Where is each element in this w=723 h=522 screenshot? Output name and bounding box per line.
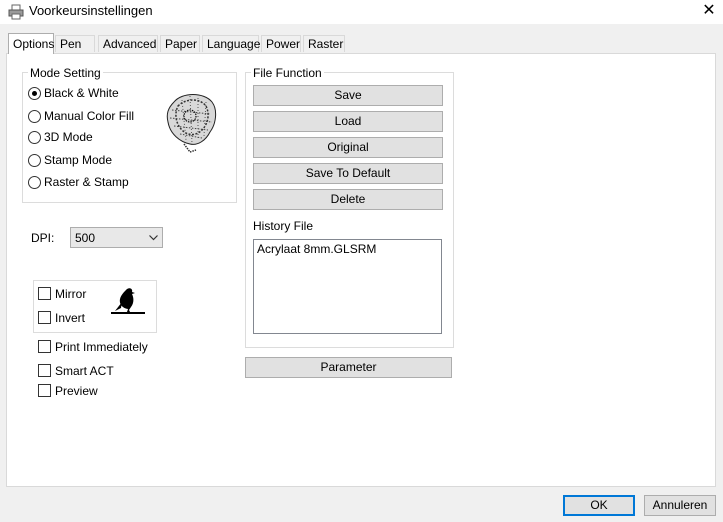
bird-icon [111,288,145,314]
history-file-list[interactable]: Acrylaat 8mm.GLSRM [253,239,442,334]
radio-manual-color-fill[interactable]: Manual Color Fill [28,109,158,125]
checkbox-box[interactable] [38,311,51,324]
radio-3d-mode[interactable]: 3D Mode [28,130,158,146]
radio-indicator[interactable] [28,176,41,189]
tab-language[interactable]: Language [202,35,260,52]
printer-icon [8,4,24,20]
title-bar: Voorkeursinstellingen ✕ [0,0,723,24]
chevron-down-icon [149,235,158,241]
window-title: Voorkeursinstellingen [29,3,153,18]
checkbox-label: Invert [55,311,86,325]
checkbox-label: Mirror [55,287,87,301]
smart-act-checkbox[interactable]: Smart ACT [38,364,118,378]
original-button[interactable]: Original [253,137,443,158]
close-icon[interactable]: ✕ [695,0,723,22]
radio-indicator[interactable] [28,110,41,123]
checkbox-label: Smart ACT [55,364,114,378]
delete-button[interactable]: Delete [253,189,443,210]
dpi-label: DPI: [31,231,55,245]
checkbox-box[interactable] [38,340,51,353]
tab-power[interactable]: Power [261,35,301,52]
invert-checkbox[interactable]: Invert [38,311,108,325]
checkbox-label: Preview [55,384,98,398]
dpi-select[interactable]: 500 [70,227,163,248]
tab-raster[interactable]: Raster [303,35,345,52]
radio-stamp-mode[interactable]: Stamp Mode [28,153,158,169]
radio-indicator[interactable] [28,87,41,100]
cancel-button[interactable]: Annuleren [644,495,716,516]
preview-checkbox[interactable]: Preview [38,384,118,398]
mode-setting-legend: Mode Setting [28,66,103,80]
radio-label: Raster & Stamp [44,175,129,189]
dpi-value: 500 [75,231,96,245]
save-to-default-button[interactable]: Save To Default [253,163,443,184]
load-button[interactable]: Load [253,111,443,132]
engraved-portrait-icon [166,94,217,153]
radio-black-white[interactable]: Black & White [28,86,158,102]
checkbox-label: Print Immediately [55,340,148,354]
radio-label: 3D Mode [44,130,93,144]
list-item[interactable]: Acrylaat 8mm.GLSRM [257,242,376,256]
history-file-label: History File [253,219,314,233]
radio-indicator[interactable] [28,154,41,167]
ok-button[interactable]: OK [563,495,635,516]
tab-paper[interactable]: Paper [160,35,200,52]
tab-options[interactable]: Options [8,33,54,54]
radio-raster-stamp[interactable]: Raster & Stamp [28,175,158,191]
tab-advanced[interactable]: Advanced [98,35,158,52]
radio-indicator[interactable] [28,131,41,144]
radio-label: Manual Color Fill [44,109,135,123]
print-immediately-checkbox[interactable]: Print Immediately [38,340,148,354]
parameter-button[interactable]: Parameter [245,357,452,378]
radio-label: Stamp Mode [44,153,113,167]
checkbox-box[interactable] [38,364,51,377]
checkbox-box[interactable] [38,287,51,300]
file-function-legend: File Function [251,66,324,80]
mirror-checkbox[interactable]: Mirror [38,287,108,301]
tab-pen[interactable]: Pen [55,35,95,52]
save-button[interactable]: Save [253,85,443,106]
checkbox-box[interactable] [38,384,51,397]
radio-label: Black & White [44,86,119,100]
